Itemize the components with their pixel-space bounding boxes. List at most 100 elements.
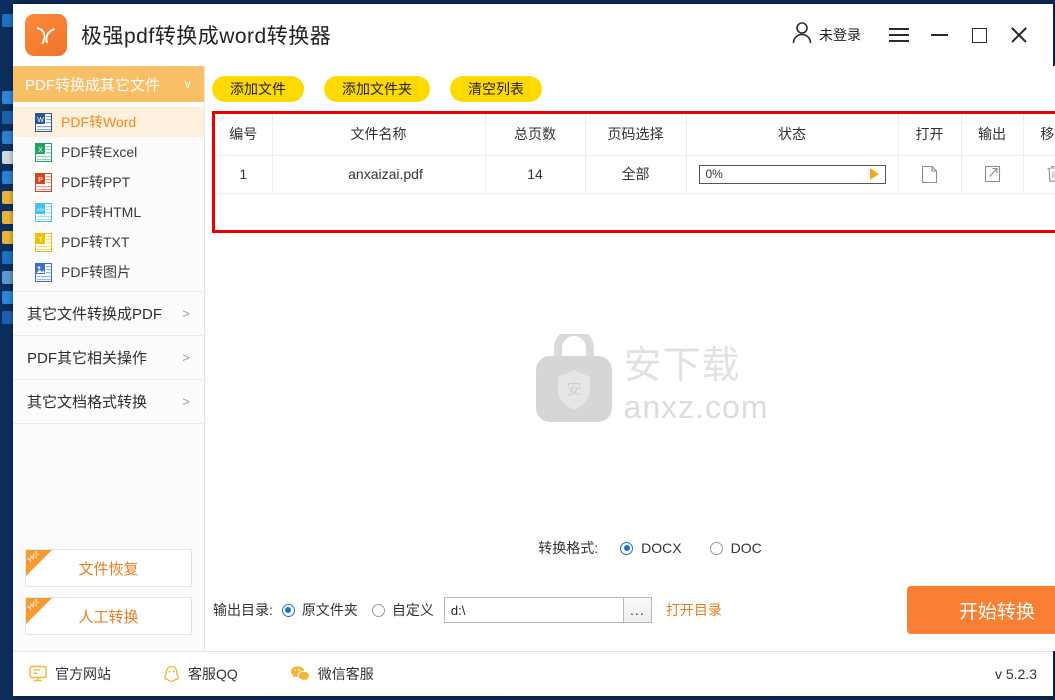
table-row[interactable]: 1 anxaizai.pdf 14 全部 0% [215,155,1055,194]
close-button[interactable] [999,17,1039,53]
sidebar-item-pdf-to-excel[interactable]: X PDF转Excel [13,137,204,167]
cell-page-select[interactable]: 全部 [585,155,687,194]
table-header-row: 编号 文件名称 总页数 页码选择 状态 打开 输出 移出 [215,114,1055,156]
file-table: 编号 文件名称 总页数 页码选择 状态 打开 输出 移出 1 [215,114,1055,194]
column-header-status: 状态 [686,114,899,156]
sidebar-item-pdf-to-html[interactable]: </> PDF转HTML [13,197,204,227]
wechat-service-link[interactable]: 微信客服 [290,664,374,684]
title-bar: 极强pdf转换成word转换器 未登录 [13,4,1053,66]
version-label: v 5.2.3 [994,665,1037,682]
hot-badge-label: Hot [25,549,41,565]
open-directory-link[interactable]: 打开目录 [666,600,722,620]
sidebar-item-other-to-pdf[interactable]: 其它文件转换成PDF > [13,292,204,336]
excel-file-icon: X [35,142,52,162]
watermark-text-cn: 安下载 [623,345,741,387]
cell-open[interactable] [898,155,962,194]
open-file-icon[interactable] [899,165,961,184]
anxz-bag-logo: 安 [535,334,612,422]
main-panel: 添加文件 添加文件夹 清空列表 编号 文件名称 总页数 页码选择 状态 打开 输… [205,66,1055,651]
chevron-right-icon: > [182,394,190,409]
file-list-panel: 编号 文件名称 总页数 页码选择 状态 打开 输出 移出 1 [212,111,1055,233]
browse-button[interactable]: ... [623,597,652,623]
clear-list-button[interactable]: 清空列表 [450,75,542,102]
maximize-icon [971,27,987,43]
column-header-total-pages: 总页数 [485,114,586,156]
sidebar-item-pdf-to-ppt[interactable]: P PDF转PPT [13,167,204,197]
sidebar-item-label: PDF其它相关操作 [27,350,148,367]
sidebar-group-pdf-to-other[interactable]: PDF转换成其它文件 ∨ [13,66,204,102]
column-header-remove: 移出 [1023,114,1055,156]
application-window: 极强pdf转换成word转换器 未登录 PDF转换成其它文件 ∨ W PDF转W… [13,4,1055,696]
format-row: 转换格式: DOCX DOC [205,538,1055,558]
radio-doc[interactable] [709,541,723,555]
cell-status: 0% [686,155,899,194]
hamburger-icon [889,28,909,42]
sidebar-item-label: PDF转TXT [61,234,130,250]
add-folder-button[interactable]: 添加文件夹 [324,75,430,102]
column-header-index: 编号 [215,114,273,156]
wechat-icon [290,665,310,682]
progress-bar: 0% [698,164,886,184]
sidebar-item-pdf-to-txt[interactable]: T PDF转TXT [13,227,204,257]
sidebar-item-label: PDF转Word [61,114,137,130]
account-area[interactable]: 未登录 [791,21,879,50]
status-bar: 官方网站 客服QQ 微信客服 v 5.2.3 [13,651,1053,695]
svg-text:X: X [38,147,43,154]
sidebar-item-other-doc-formats[interactable]: 其它文档格式转换 > [13,380,204,424]
title-bar-controls: 未登录 [791,17,1053,53]
radio-custom-folder[interactable] [371,603,385,617]
menu-button[interactable] [879,17,919,53]
start-conversion-button[interactable]: 开始转换 [907,586,1055,634]
monitor-icon [29,665,47,682]
trash-icon[interactable] [1024,165,1055,183]
cell-index: 1 [215,155,273,194]
column-header-open: 打开 [898,114,962,156]
status-item-label: 微信客服 [317,665,374,682]
cell-total-pages: 14 [485,155,586,194]
radio-source-folder[interactable] [281,603,295,617]
promo-manual-conversion[interactable]: Hot 人工转换 [25,597,192,635]
promo-label: 文件恢复 [78,560,139,578]
hot-badge-label: Hot [25,597,41,613]
maximize-button[interactable] [959,17,999,53]
export-icon[interactable] [962,165,1023,183]
close-icon [1010,26,1028,44]
app-logo-icon [25,14,67,56]
sidebar-item-pdf-other-ops[interactable]: PDF其它相关操作 > [13,336,204,380]
sidebar-group-label: PDF转换成其它文件 [25,76,161,94]
add-file-button[interactable]: 添加文件 [212,75,304,102]
official-website-link[interactable]: 官方网站 [29,664,111,684]
sidebar-item-pdf-to-image[interactable]: PDF转图片 [13,257,204,287]
qq-penguin-icon [163,665,180,683]
play-triangle-icon[interactable] [869,168,879,180]
sidebar-sub-list: W PDF转Word X PDF转Excel P PDF转PPT </> PDF… [13,102,204,292]
sidebar-item-label: 其它文档格式转换 [27,394,148,411]
output-path-input[interactable]: d:\ [443,597,624,623]
chevron-right-icon: > [182,306,190,321]
radio-docx[interactable] [620,541,634,555]
promo-label: 人工转换 [78,608,139,626]
chevron-right-icon: > [182,350,190,365]
output-row: 输出目录: 原文件夹 自定义 d:\ ... 打开目录 开始转换 [213,586,1055,634]
txt-file-icon: T [35,232,52,252]
chevron-down-icon: ∨ [183,77,192,91]
svg-text:W: W [37,117,44,124]
cell-output[interactable] [961,155,1024,194]
promo-file-recovery[interactable]: Hot 文件恢复 [25,549,192,587]
radio-docx-label: DOCX [641,540,682,556]
toolbar: 添加文件 添加文件夹 清空列表 [205,66,1055,111]
format-label: 转换格式: [538,540,599,556]
ppt-file-icon: P [35,172,52,192]
cell-remove[interactable] [1023,155,1055,194]
cell-filename: anxaizai.pdf [272,155,486,194]
sidebar-item-label: PDF转Excel [61,144,138,160]
sidebar-item-pdf-to-word[interactable]: W PDF转Word [13,107,204,137]
word-file-icon: W [35,112,52,132]
minimize-button[interactable] [919,17,959,53]
customer-service-qq-link[interactable]: 客服QQ [163,664,238,684]
status-item-label: 客服QQ [188,665,238,682]
minimize-icon [930,34,948,36]
sidebar-item-label: PDF转PPT [61,174,131,190]
column-header-page-select: 页码选择 [585,114,687,156]
progress-label: 0% [705,167,723,181]
